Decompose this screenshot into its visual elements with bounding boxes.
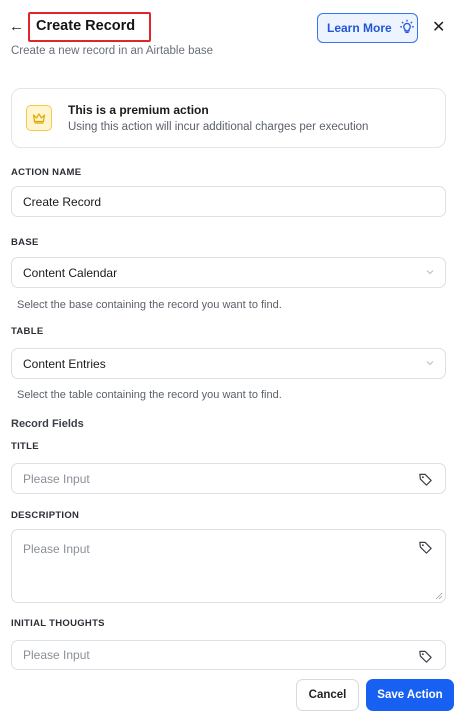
description-textarea[interactable]: Please Input [11,529,446,603]
tag-icon[interactable] [418,649,433,664]
action-name-input[interactable]: Create Record [11,186,446,217]
table-select[interactable]: Content Entries [11,348,446,379]
tag-icon[interactable] [418,540,433,555]
chevron-down-icon [426,270,434,275]
premium-notice: This is a premium action Using this acti… [11,88,446,148]
title-placeholder: Please Input [23,471,90,486]
save-action-button[interactable]: Save Action [366,679,454,711]
table-selected-value: Content Entries [23,356,106,371]
action-name-label: ACTION NAME [11,167,82,178]
title-input[interactable]: Please Input [11,463,446,494]
action-name-value: Create Record [23,194,102,209]
chevron-down-icon [426,361,434,366]
resize-handle-icon[interactable] [435,592,443,600]
premium-title: This is a premium action [68,103,209,117]
back-arrow-icon[interactable]: ← [9,17,25,37]
learn-more-label: Learn More [327,21,392,35]
crown-icon [26,105,52,131]
description-placeholder: Please Input [23,542,90,556]
title-field-label: TITLE [11,441,39,452]
record-fields-heading: Record Fields [11,418,84,430]
initial-thoughts-input[interactable]: Please Input [11,640,446,670]
base-select[interactable]: Content Calendar [11,257,446,288]
description-field-label: DESCRIPTION [11,510,80,521]
learn-more-button[interactable]: Learn More [317,13,418,43]
panel-header: ← Create Record Create a new record in a… [0,0,459,70]
table-label: TABLE [11,326,44,337]
tag-icon[interactable] [418,472,433,487]
table-hint: Select the table containing the record y… [17,389,282,401]
page-title: Create Record [36,18,136,34]
close-icon[interactable]: ✕ [432,19,445,37]
page-subtitle: Create a new record in an Airtable base [11,45,214,57]
premium-description: Using this action will incur additional … [68,121,369,133]
initial-thoughts-placeholder: Please Input [23,648,90,662]
base-label: BASE [11,237,39,248]
base-hint: Select the base containing the record yo… [17,299,282,311]
base-selected-value: Content Calendar [23,265,118,280]
lightbulb-icon [399,19,414,34]
cancel-button[interactable]: Cancel [296,679,359,711]
initial-thoughts-field-label: INITIAL THOUGHTS [11,618,105,629]
